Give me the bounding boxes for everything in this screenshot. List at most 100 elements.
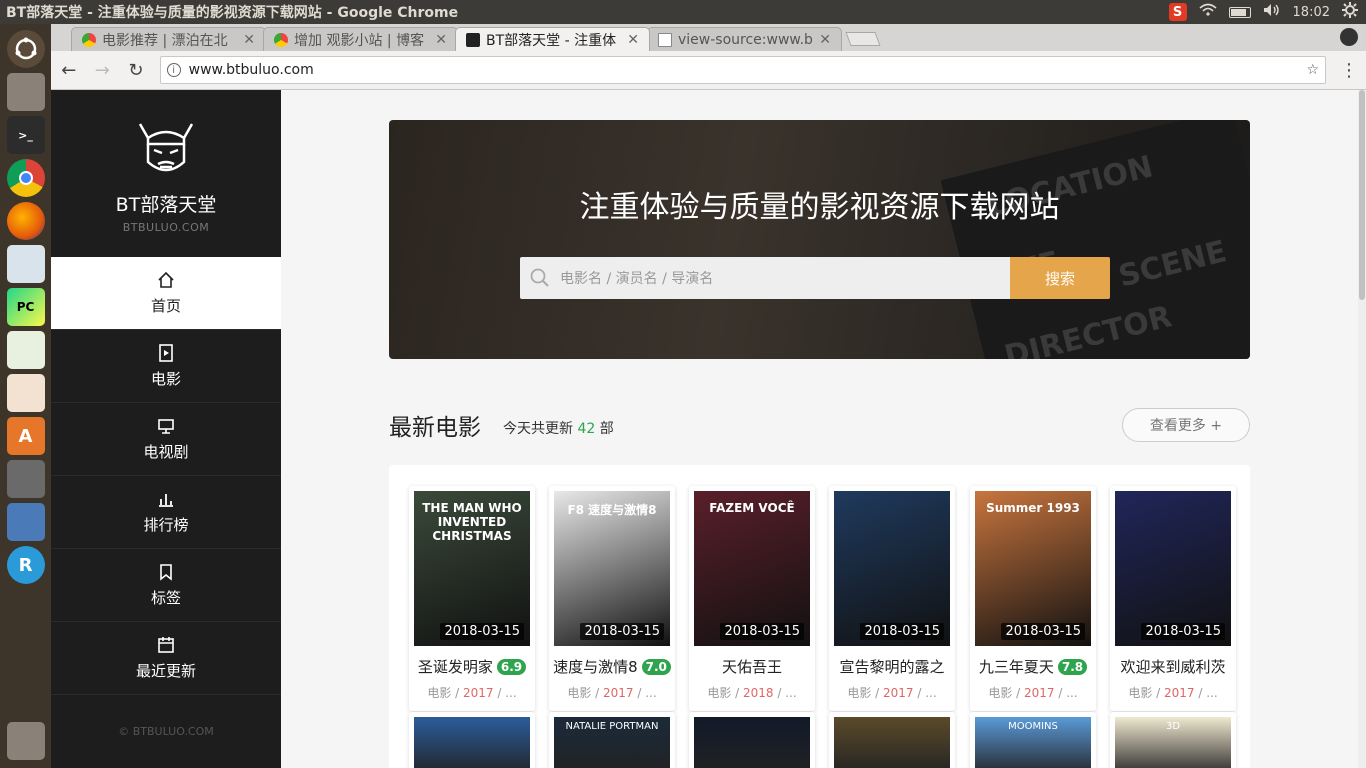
movie-poster[interactable]: 2018-03-15 <box>1115 491 1231 646</box>
pycharm-icon[interactable]: PC <box>6 288 45 326</box>
movie-extra: ... <box>1206 686 1218 700</box>
film-icon <box>159 343 173 362</box>
movie-poster[interactable]: FAZEM VOCÊ 2018-03-15 <box>694 491 810 646</box>
ime-icon[interactable]: S <box>1168 3 1187 21</box>
movie-poster[interactable]: MOOMINS <box>975 717 1091 768</box>
movie-card[interactable] <box>409 712 535 768</box>
movie-title[interactable]: 圣诞发明家 6.9 <box>409 656 535 677</box>
movie-poster[interactable]: NATALIE PORTMAN <box>554 717 670 768</box>
ubuntu-dash-icon[interactable] <box>6 30 45 68</box>
remmina-icon[interactable]: R <box>6 546 45 584</box>
tab-label: BT部落天堂 - 注重体 <box>486 32 617 49</box>
nav-tags[interactable]: 标签 <box>51 549 281 622</box>
score-badge: 7.0 <box>641 658 671 675</box>
settings-icon[interactable] <box>6 460 45 498</box>
tab-add-site[interactable]: 增加 观影小站 | 博客 ✕ <box>263 27 458 51</box>
nav-movies[interactable]: 电影 <box>51 330 281 403</box>
gear-icon[interactable] <box>1342 2 1358 22</box>
movie-title-text: 欢迎来到威利茨 <box>1120 658 1226 676</box>
favicon-icon <box>466 32 480 47</box>
movie-card[interactable]: F8 速度与激情8 2018-03-15 速度与激情8 7.0 电影 / 2017 / … <box>549 486 675 711</box>
close-tab-icon[interactable]: ✕ <box>243 32 255 48</box>
movie-poster[interactable]: Summer 1993 2018-03-15 <box>975 491 1091 646</box>
close-tab-icon[interactable]: ✕ <box>627 32 639 48</box>
reload-icon[interactable]: ↻ <box>126 60 146 81</box>
clock[interactable]: 18:02 <box>1293 5 1330 20</box>
movie-card[interactable] <box>689 712 815 768</box>
movie-poster[interactable]: F8 速度与激情8 2018-03-15 <box>554 491 670 646</box>
score-badge: 7.8 <box>1057 658 1088 675</box>
count-suffix: 部 <box>599 421 614 437</box>
profile-icon[interactable] <box>1340 28 1358 46</box>
presentation-icon[interactable] <box>6 374 45 412</box>
tab-movie-recommend[interactable]: 电影推荐 | 漂泊在北 ✕ <box>71 27 266 51</box>
movie-card[interactable]: 2018-03-15 宣告黎明的露之 电影 / 2017 / ... <box>829 486 955 711</box>
trash-icon[interactable] <box>6 722 45 760</box>
movie-poster[interactable]: THE MAN WHO INVENTED CHRISTMAS 2018-03-15 <box>414 491 530 646</box>
viking-logo-icon <box>138 123 194 172</box>
search-icon <box>530 268 549 287</box>
movie-meta: 电影 / 2018 / ... <box>707 686 797 700</box>
movie-poster[interactable] <box>834 717 950 768</box>
files-icon[interactable] <box>6 73 45 111</box>
wifi-icon[interactable] <box>1199 3 1217 21</box>
movie-poster[interactable]: 3D <box>1115 717 1231 768</box>
movie-card[interactable]: THE MAN WHO INVENTED CHRISTMAS 2018-03-15… <box>409 486 535 711</box>
software-center-icon[interactable]: A <box>6 417 45 455</box>
forward-icon[interactable]: → <box>93 60 113 81</box>
movie-card[interactable] <box>829 712 955 768</box>
movie-extra: ... <box>785 686 797 700</box>
search-input[interactable]: 电影名 / 演员名 / 导演名 <box>520 257 1010 299</box>
volume-icon[interactable] <box>1263 3 1281 21</box>
firefox-icon[interactable] <box>6 202 45 240</box>
movie-poster[interactable] <box>414 717 530 768</box>
movie-card[interactable]: FAZEM VOCÊ 2018-03-15 天佑吾王电影 / 2018 / ... <box>689 486 815 711</box>
tab-label: 增加 观影小站 | 博客 <box>294 32 425 49</box>
close-tab-icon[interactable]: ✕ <box>435 32 447 48</box>
movie-year: 2017 <box>463 686 494 700</box>
close-tab-icon[interactable]: ✕ <box>819 32 831 48</box>
site-logo[interactable]: BT部落天堂 BTBULUO.COM <box>51 90 281 257</box>
count-number: 42 <box>577 421 596 437</box>
movie-title[interactable]: 九三年夏天 7.8 <box>970 656 1096 677</box>
back-icon[interactable]: ← <box>59 60 79 81</box>
page-viewport: BT部落天堂 BTBULUO.COM 首页 电影 电视剧 排行榜 标签 最近更新… <box>51 90 1366 768</box>
nav-ranking[interactable]: 排行榜 <box>51 476 281 549</box>
nav-recent[interactable]: 最近更新 <box>51 622 281 695</box>
home-icon <box>158 271 174 288</box>
movie-card[interactable]: NATALIE PORTMAN <box>549 712 675 768</box>
movie-card[interactable]: Summer 1993 2018-03-15 九三年夏天 7.8 电影 / 2017 /… <box>970 486 1096 711</box>
search-button[interactable]: 搜索 <box>1010 257 1110 299</box>
tab-btbuluo[interactable]: BT部落天堂 - 注重体 ✕ <box>455 27 650 51</box>
new-tab-button[interactable] <box>845 32 881 46</box>
tab-view-source[interactable]: view-source:www.b ✕ <box>647 27 842 51</box>
movie-title[interactable]: 宣告黎明的露之 <box>829 656 955 677</box>
poster-text: THE MAN WHO INVENTED CHRISTMAS <box>422 501 522 543</box>
movie-title[interactable]: 欢迎来到威利茨 <box>1110 656 1236 677</box>
nav-tv[interactable]: 电视剧 <box>51 403 281 476</box>
poster-text: 3D <box>1165 721 1181 732</box>
movie-poster[interactable]: 2018-03-15 <box>834 491 950 646</box>
page-scrollbar[interactable] <box>1358 90 1366 768</box>
remote-desktop-icon[interactable] <box>6 503 45 541</box>
address-bar[interactable]: i www.btbuluo.com ☆ <box>159 56 1326 84</box>
document-viewer-icon[interactable] <box>6 245 45 283</box>
movie-title[interactable]: 天佑吾王 <box>689 656 815 677</box>
battery-icon[interactable] <box>1228 6 1251 18</box>
movie-card[interactable]: 3D <box>1110 712 1236 768</box>
star-icon[interactable]: ☆ <box>1306 62 1319 78</box>
info-icon[interactable]: i <box>166 63 181 77</box>
nav-home[interactable]: 首页 <box>51 257 281 330</box>
menu-icon[interactable]: ⋮ <box>1340 60 1358 81</box>
movie-poster[interactable] <box>694 717 810 768</box>
terminal-icon[interactable]: >_ <box>6 116 45 154</box>
movie-card[interactable]: 2018-03-15 欢迎来到威利茨 电影 / 2017 / ... <box>1110 486 1236 711</box>
movie-card[interactable]: MOOMINS <box>970 712 1096 768</box>
movie-genre: 电影 <box>567 686 592 700</box>
movie-title[interactable]: 速度与激情8 7.0 <box>549 656 675 677</box>
scrollbar-thumb[interactable] <box>1359 90 1365 300</box>
view-more-button[interactable]: 查看更多 + <box>1122 408 1250 442</box>
chart-icon <box>159 493 173 507</box>
chrome-icon[interactable] <box>6 159 45 197</box>
spreadsheet-icon[interactable] <box>6 331 45 369</box>
